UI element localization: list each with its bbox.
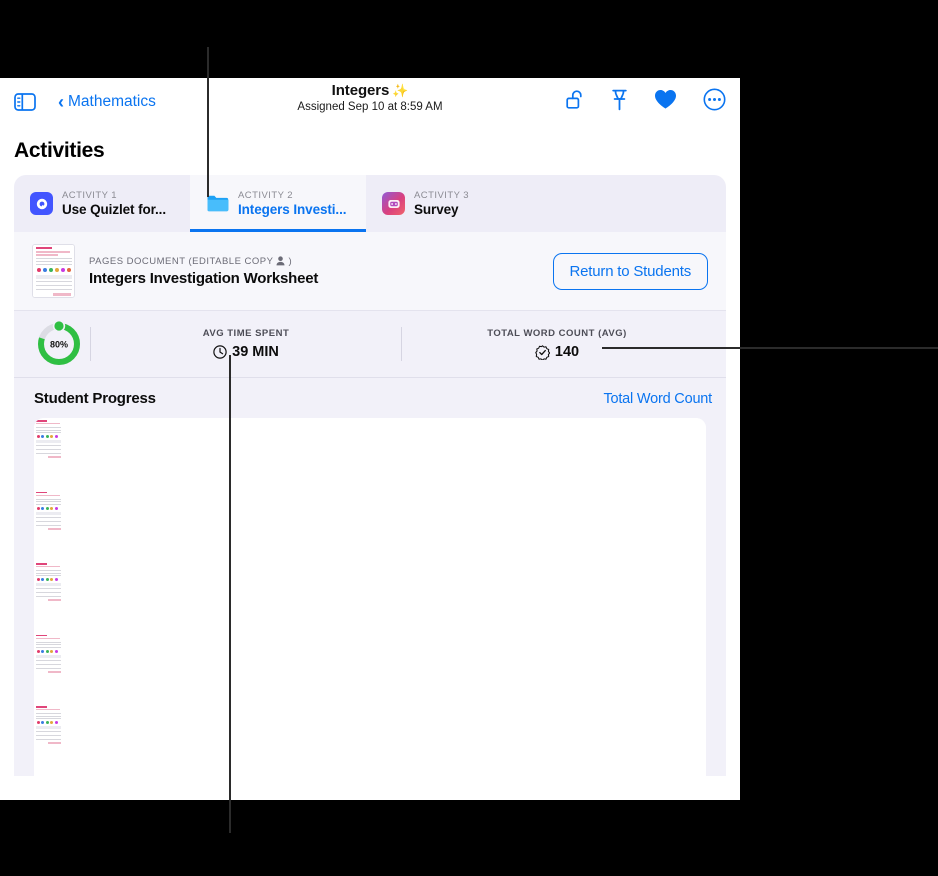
total-word-count-link[interactable]: Total Word Count [603,391,712,407]
student-progress-header: Student Progress Total Word Count [14,378,726,418]
page-preview-art [33,245,74,297]
lock-open-icon[interactable] [565,89,585,115]
stat-total-word-count: TOTAL WORD COUNT (AVG) 140 [402,328,712,360]
tab-activity-3[interactable]: ACTIVITY 3 Survey [366,175,542,232]
person-icon [276,256,285,266]
stat-avg-time-spent: AVG TIME SPENT 39 MIN [91,328,401,360]
table-row[interactable]: EI Ethan Izzarelli READY FOR REVIEW 122 [34,704,706,776]
table-row[interactable]: DE Daren Estrada ASKED TO TRY AGAIN 14 [34,632,706,704]
submission-thumbnail[interactable] [34,418,706,490]
survey-icon [382,192,405,215]
document-row: PAGES DOCUMENT (EDITABLE COPY ) Integers… [14,232,726,311]
annotation-leader-stats [229,355,231,833]
document-kicker-suffix: ) [288,255,293,267]
student-progress-title: Student Progress [34,390,156,407]
submission-thumbnail[interactable] [34,632,706,704]
folder-icon [206,192,229,215]
student-list: JB Jason Bettinger READY FOR REVIEW 131 [34,418,706,776]
stat-value: 39 MIN [232,344,279,360]
document-kicker: PAGES DOCUMENT (EDITABLE COPY ) [89,256,318,267]
chevron-left-icon: ‹ [58,91,64,112]
screenshot-root: ‹ Mathematics Integers ✨ Assigned Sep 10… [0,0,938,876]
return-to-students-button[interactable]: Return to Students [552,252,708,290]
back-button-label: Mathematics [68,93,156,110]
tab-activity-1[interactable]: ACTIVITY 1 Use Quizlet for... [14,175,190,232]
stat-label: TOTAL WORD COUNT (AVG) [487,328,627,339]
tab-label: Use Quizlet for... [62,202,166,217]
stat-value: 140 [554,344,580,360]
document-kicker-text: PAGES DOCUMENT (EDITABLE COPY [89,255,274,267]
tab-label: Survey [414,202,459,217]
toolbar-left-group: ‹ Mathematics [14,93,156,111]
assignment-title-row: Integers ✨ [332,82,409,99]
stat-value-row: 39 MIN [213,344,279,360]
progress-ring: 80% [28,320,90,368]
document-name: Integers Investigation Worksheet [89,269,319,287]
clock-icon [213,345,227,359]
annotation-leader-wordcount [602,347,938,349]
sparkles-icon: ✨ [392,83,409,98]
activities-panel: ACTIVITY 1 Use Quizlet for... ACTIVITY 2… [14,175,726,776]
tab-kicker: ACTIVITY 2 [238,190,294,201]
submission-thumbnail[interactable] [34,489,706,561]
page-title-text: Integers [331,82,390,99]
activities-heading: Activities [14,139,105,162]
page-preview-art [34,489,706,561]
table-row[interactable]: JB Jason Bettinger READY FOR REVIEW 131 [34,418,706,490]
table-row[interactable]: BC Brian Cook READY FOR REVIEW 144 [34,561,706,633]
tab-activity-2-text: ACTIVITY 2 Integers Investi... [238,190,346,217]
top-toolbar: ‹ Mathematics Integers ✨ Assigned Sep 10… [0,78,740,126]
annotation-leader-tab [207,47,209,197]
page-preview-art [34,704,706,776]
more-circle-icon[interactable] [703,88,726,116]
stat-label: AVG TIME SPENT [202,328,290,339]
app-window: ‹ Mathematics Integers ✨ Assigned Sep 10… [0,78,740,800]
tab-label: Integers Investi... [238,202,347,217]
tab-activity-3-text: ACTIVITY 3 Survey [414,190,469,217]
activity-tabs: ACTIVITY 1 Use Quizlet for... ACTIVITY 2… [14,175,726,232]
stat-value-row: 140 [535,344,579,360]
stats-row: 80% AVG TIME SPENT 39 MIN TOTAL WORD COU… [14,311,726,378]
page-preview-art [34,632,706,704]
tab-activity-1-text: ACTIVITY 1 Use Quizlet for... [62,190,166,217]
page-preview-art [34,418,706,490]
tab-kicker: ACTIVITY 1 [62,190,118,201]
page-preview-art [34,561,706,633]
heart-icon[interactable] [654,89,677,115]
tab-kicker: ACTIVITY 3 [414,190,470,201]
document-thumbnail[interactable] [32,244,75,298]
table-row[interactable]: CB Chella Boehm VIEWED 111 [34,489,706,561]
back-button[interactable]: ‹ Mathematics [58,93,156,111]
toolbar-actions [565,88,726,116]
tab-activity-2[interactable]: ACTIVITY 2 Integers Investi... [190,175,366,232]
sidebar-toggle-icon[interactable] [14,93,36,111]
submission-thumbnail[interactable] [34,704,706,776]
progress-percent-label: 80% [50,340,68,350]
document-meta: PAGES DOCUMENT (EDITABLE COPY ) Integers… [89,256,318,287]
checkmark-seal-icon [535,344,550,360]
quizlet-icon [30,192,53,215]
student-list-wrap: JB Jason Bettinger READY FOR REVIEW 131 [14,418,726,776]
pin-icon[interactable] [611,89,628,116]
submission-thumbnail[interactable] [34,561,706,633]
